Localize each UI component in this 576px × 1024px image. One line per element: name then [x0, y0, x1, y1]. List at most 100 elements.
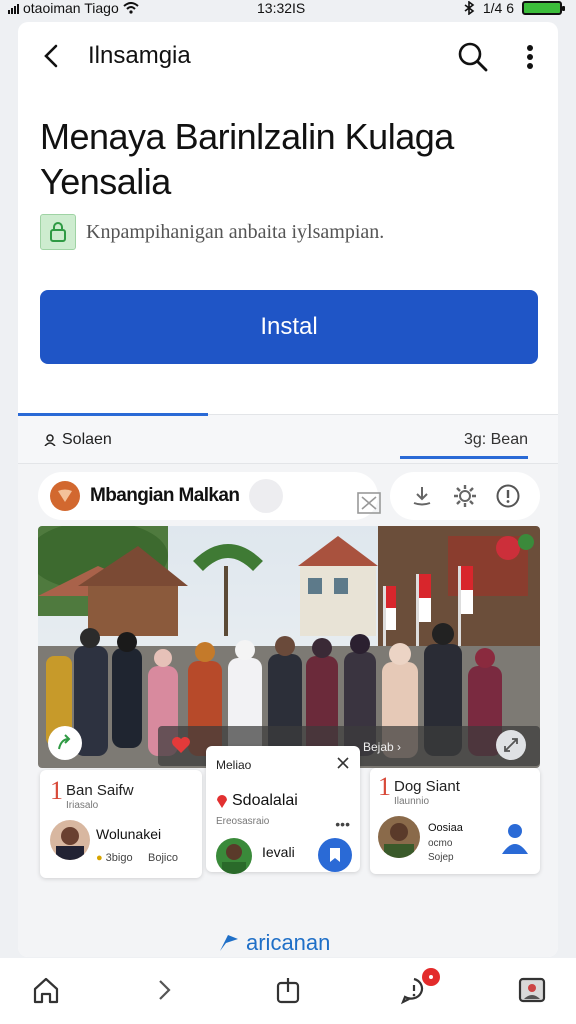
card-1-meta-1-text: 3bigo: [105, 852, 133, 864]
bluetooth-icon: [464, 1, 475, 15]
like-button[interactable]: [170, 734, 192, 756]
info-card-popup[interactable]: Meliao Sdoalalai Ereosasraio ••• Ievali: [206, 746, 360, 874]
card-3-meta-2: Sojep: [428, 852, 454, 863]
lock-icon: [40, 214, 76, 250]
back-arrow-icon: [44, 44, 58, 68]
popup-header: Meliao: [216, 758, 252, 772]
card-3-number: 1: [378, 772, 391, 801]
post-ghost-icon: [249, 479, 284, 513]
tab-solaen-label: Solaen: [62, 431, 112, 448]
share-box-icon: [276, 978, 300, 1004]
nav-home[interactable]: [28, 972, 64, 1008]
info-card-1[interactable]: 1 Ban Saifw Iriasalo Wolunakei ● 3bigo B…: [40, 770, 202, 878]
card-3-meta-1: ocmo: [428, 838, 453, 849]
app-card: Ilnsamgia Menaya Barinlzalin Kulaga Yens…: [18, 22, 558, 957]
install-button[interactable]: Instal: [40, 290, 538, 364]
bottom-nav: [0, 958, 576, 1024]
status-time: 13:32IS: [257, 0, 306, 16]
card-3-person: Oosiaa: [428, 822, 463, 834]
close-icon: [337, 757, 349, 769]
info-card-3[interactable]: 1 Dog Siant Ilaunnio Oosiaa ocmo Sojep: [370, 768, 540, 874]
card-1-name: Ban Saifw: [66, 782, 134, 799]
post-actions: [390, 472, 540, 520]
tab-indicator-right: [400, 456, 528, 459]
location-pin-icon: [217, 795, 227, 808]
card-3-name: Dog Siant: [394, 778, 460, 795]
badge-text: Knpampihanigan anbaita iylsampian.: [86, 220, 385, 243]
post-header[interactable]: Mbangian Malkan: [38, 472, 381, 520]
expand-button[interactable]: [496, 730, 526, 760]
popup-title-row: Sdoalalai: [216, 792, 298, 810]
card-1-meta-2: Bojico: [148, 852, 178, 864]
status-right: 1/4 6: [463, 0, 565, 16]
carrier-label: otaoiman Tiago: [23, 0, 119, 16]
home-icon: [33, 977, 59, 1004]
more-link-label: aricanan: [246, 930, 331, 955]
status-left: otaoiman Tiago: [8, 0, 139, 16]
card-3-sub: Ilaunnio: [394, 796, 430, 807]
popup-more-icon[interactable]: •••: [335, 816, 350, 832]
close-box-icon: [357, 492, 381, 514]
info-circle-icon: [496, 484, 520, 508]
card-1-meta-1: ● 3bigo: [96, 852, 133, 864]
expand-icon: [504, 738, 518, 752]
nav-forward[interactable]: [146, 972, 182, 1008]
post-title: Mbangian Malkan: [90, 485, 240, 506]
more-link[interactable]: aricanan: [218, 930, 330, 956]
info-button[interactable]: [494, 482, 522, 510]
notification-badge: [422, 968, 440, 986]
tab-bean[interactable]: 3g: Bean: [464, 431, 528, 449]
post-avatar: [50, 481, 80, 511]
card-1-number: 1: [50, 776, 63, 805]
gear-icon: [453, 485, 476, 507]
status-bar: otaoiman Tiago 13:32IS 1/4 6: [0, 0, 576, 18]
card-1-person: Wolunakei: [96, 826, 162, 842]
tab-bar: Solaen 3g: Bean: [18, 413, 558, 464]
person-icon: [44, 434, 56, 446]
bell-icon: ●: [96, 852, 103, 864]
more-options-button[interactable]: [518, 40, 542, 74]
download-button[interactable]: [408, 482, 436, 510]
tab-solaen[interactable]: Solaen: [44, 431, 112, 449]
signal-icon: [8, 2, 19, 14]
bookmark-icon: [330, 848, 340, 862]
photo-bar-label: Bejab: [363, 740, 394, 754]
badge-row: Knpampihanigan anbaita iylsampian.: [40, 214, 384, 250]
download-icon: [413, 487, 431, 506]
tab-indicator-left: [18, 413, 208, 416]
status-indicator: 1/4 6: [482, 0, 514, 16]
more-vertical-icon: [527, 45, 533, 69]
popup-avatar: [216, 838, 252, 874]
app-bar: Ilnsamgia: [18, 22, 558, 92]
popup-title: Sdoalalai: [232, 792, 298, 809]
profile-image-icon: [518, 977, 546, 1003]
settings-button[interactable]: [451, 482, 479, 510]
chevron-right-icon: [159, 980, 171, 1000]
search-icon: [458, 42, 488, 72]
share-button[interactable]: [48, 726, 82, 760]
app-bar-title: Ilnsamgia: [88, 42, 191, 69]
card-3-avatar: [378, 816, 420, 858]
popup-person: Ievali: [262, 844, 295, 860]
card-1-avatar: [50, 820, 90, 860]
popup-close-button[interactable]: [334, 754, 352, 772]
share-icon: [58, 734, 71, 750]
send-icon: [220, 935, 238, 951]
wifi-icon: [123, 2, 139, 14]
search-button[interactable]: [456, 40, 490, 74]
nav-profile[interactable]: [514, 972, 550, 1008]
heart-icon: [172, 737, 190, 753]
page-headline: Menaya Barinlzalin Kulaga Yensalia: [40, 116, 454, 202]
card-1-sub: Iriasalo: [66, 800, 99, 811]
photo-bar-text: Bejab ›: [363, 740, 402, 754]
popup-action-button[interactable]: [318, 838, 352, 872]
user-icon[interactable]: [500, 820, 530, 856]
popup-subtitle: Ereosasraio: [216, 816, 270, 827]
battery-icon: [522, 1, 565, 15]
nav-share[interactable]: [270, 972, 306, 1008]
back-button[interactable]: [38, 42, 66, 70]
feed-area: Mbangian Malkan Bejab › 1 Ban Saifw Iria…: [18, 464, 558, 957]
post-close-button[interactable]: [356, 492, 382, 514]
badge-dot-icon: [429, 975, 433, 979]
emblem-icon: [58, 489, 72, 502]
